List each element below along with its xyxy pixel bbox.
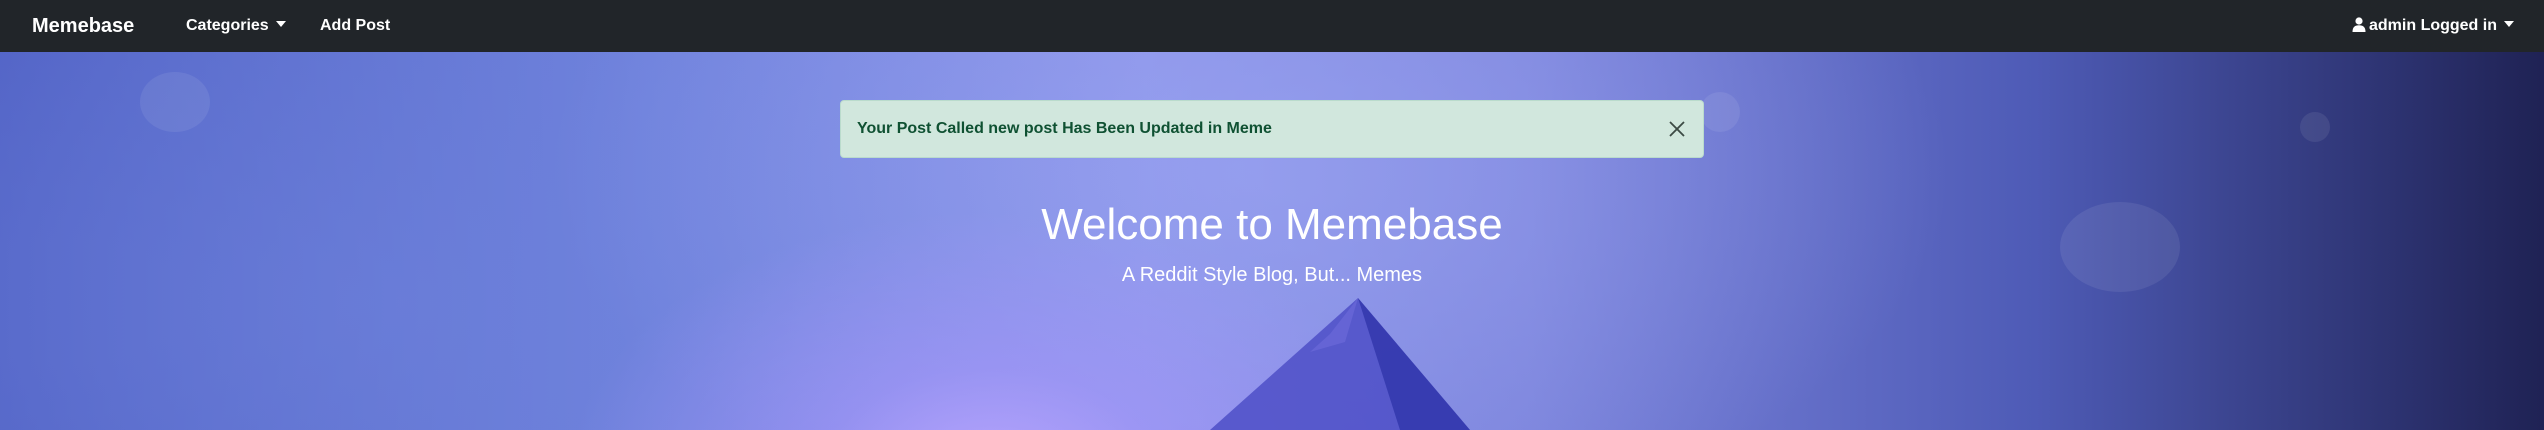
caret-down-icon [2504, 21, 2514, 27]
categories-label: Categories [186, 17, 269, 34]
user-label: admin Logged in [2369, 17, 2497, 34]
top-navbar: Memebase Categories Add Post admin Logge… [0, 0, 2544, 52]
user-dropdown[interactable]: admin Logged in [2352, 0, 2514, 52]
brand-link[interactable]: Memebase [32, 0, 134, 52]
user-icon [2352, 17, 2366, 32]
hero-subtitle: A Reddit Style Blog, But... Memes [1121, 264, 1423, 286]
success-alert: Your Post Called new post Has Been Updat… [840, 100, 1704, 158]
close-icon[interactable] [1667, 119, 1687, 139]
alert-message: Your Post Called new post Has Been Updat… [857, 120, 1272, 137]
caret-down-icon [275, 21, 286, 27]
add-post-link[interactable]: Add Post [320, 0, 390, 52]
hero-title: Welcome to Memebase [1041, 200, 1503, 249]
page: Memebase Categories Add Post admin Logge… [0, 0, 2544, 430]
categories-dropdown[interactable]: Categories [186, 0, 286, 52]
